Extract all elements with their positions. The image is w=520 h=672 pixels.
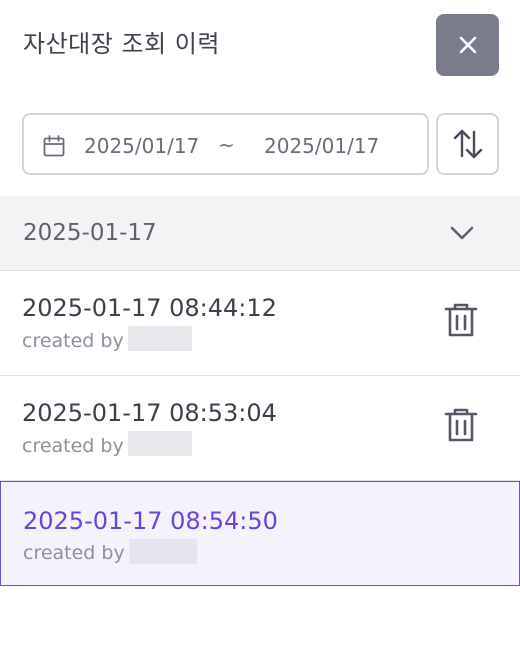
history-timestamp: 2025-01-17 08:44:12 [22,294,277,322]
sort-arrows-icon [453,129,482,159]
history-list-item[interactable]: 2025-01-17 08:53:04 created by [0,376,520,481]
trash-icon[interactable] [443,301,479,339]
history-list-item[interactable]: 2025-01-17 08:44:12 created by [0,271,520,376]
date-to-input[interactable]: 2025/01/17 [264,132,379,160]
trash-icon[interactable] [443,406,479,444]
close-icon [459,36,476,54]
created-by-label: created by [23,542,125,564]
date-group-header[interactable]: 2025-01-17 [0,196,520,271]
chevron-down-icon [450,226,474,240]
history-list-item-selected[interactable]: 2025-01-17 08:54:50 created by [0,481,520,586]
date-from-input[interactable]: 2025/01/17 [84,132,199,160]
creator-name-redacted [129,539,197,564]
created-by-label: created by [22,435,124,457]
close-button[interactable] [436,14,499,76]
history-timestamp: 2025-01-17 08:53:04 [22,399,277,427]
group-date: 2025-01-17 [23,220,157,246]
panel-title: 자산대장 조회 이력 [23,30,220,58]
date-range-picker[interactable]: 2025/01/17 ~ 2025/01/17 [22,113,429,175]
creator-name-redacted [128,431,192,456]
history-panel: 자산대장 조회 이력 2025/01/17 ~ 2025/01/17 2025-… [0,0,520,672]
sort-button[interactable] [436,113,499,175]
created-by-label: created by [22,330,124,352]
date-range-separator: ~ [218,133,235,157]
creator-name-redacted [128,326,192,351]
calendar-icon [43,135,65,157]
history-timestamp: 2025-01-17 08:54:50 [23,507,278,535]
